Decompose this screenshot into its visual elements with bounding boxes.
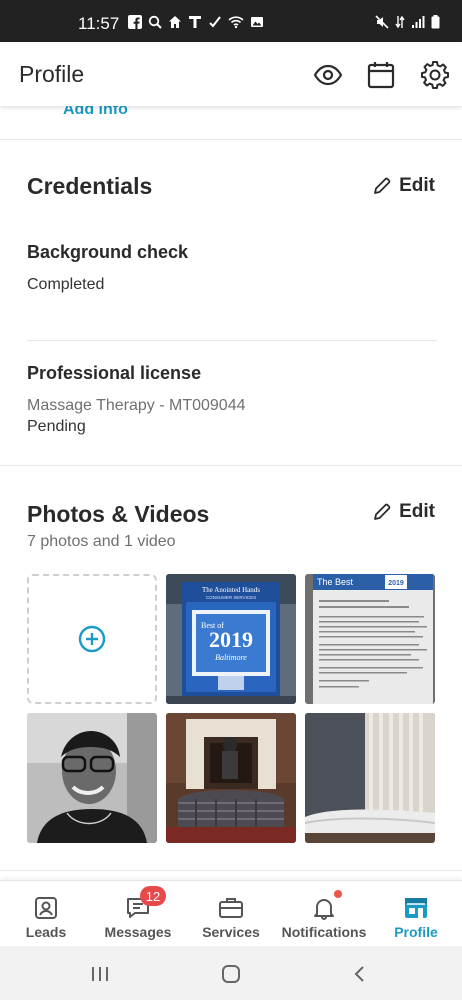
bell-icon (312, 895, 336, 921)
award-subheading: CONSUMER SERVICES (206, 595, 256, 600)
page-title: Profile (19, 61, 85, 87)
person-icon (34, 895, 58, 921)
letter-heading: The Best (317, 577, 354, 587)
home-circle-icon (222, 965, 240, 983)
background-check-status: Completed (27, 276, 105, 293)
photo-thumbnail-massage[interactable] (166, 713, 296, 843)
background-check-title: Background check (27, 242, 189, 262)
divider (0, 465, 462, 466)
bottom-nav: Leads Messages 12 Services Notifications… (0, 880, 462, 946)
nav-label-services: Services (202, 924, 260, 940)
back-chevron-icon (354, 966, 364, 982)
system-nav-bar (0, 946, 462, 1000)
nav-item-leads[interactable]: Leads (16, 881, 76, 947)
professional-license-title: Professional license (27, 363, 202, 383)
search-icon (148, 15, 162, 29)
back-button[interactable] (348, 962, 372, 986)
wifi-icon (228, 16, 244, 29)
nav-label-messages: Messages (104, 924, 172, 940)
award-city: Baltimore (215, 653, 247, 662)
messages-badge: 12 (140, 886, 166, 906)
image-icon (251, 17, 263, 27)
calendar-icon[interactable] (366, 60, 396, 90)
status-time: 11:57 (78, 14, 120, 33)
eye-icon[interactable] (313, 60, 343, 90)
notification-dot (334, 890, 342, 898)
home-button[interactable] (219, 962, 243, 986)
home-icon (169, 16, 181, 28)
nav-label-notifications: Notifications (281, 924, 367, 940)
photos-title: Photos & Videos (27, 501, 210, 527)
photo-thumbnail-letter[interactable]: The Best 2019 (305, 574, 435, 704)
recent-apps-button[interactable] (88, 962, 112, 986)
nav-label-profile: Profile (394, 924, 438, 940)
divider (27, 340, 437, 341)
nav-item-profile[interactable]: Profile (388, 881, 444, 947)
nav-item-notifications[interactable]: Notifications (279, 881, 369, 947)
nav-item-services[interactable]: Services (199, 881, 263, 947)
photo-thumbnail-portrait[interactable] (27, 713, 157, 843)
nav-item-messages[interactable]: Messages 12 (100, 881, 176, 947)
photo-thumbnail-room[interactable] (305, 713, 435, 843)
gear-icon[interactable] (420, 60, 450, 90)
data-icon (395, 15, 405, 29)
award-year: 2019 (209, 627, 253, 652)
nav-label-leads: Leads (25, 924, 67, 940)
letter-year: 2019 (388, 580, 404, 587)
professional-license-status: Pending (27, 418, 86, 435)
plus-circle-icon (78, 625, 106, 653)
signal-icon (412, 16, 425, 28)
check-mark-icon (209, 16, 221, 28)
photos-edit-button[interactable]: Edit (373, 501, 435, 523)
add-photo-button[interactable] (27, 574, 157, 704)
credentials-edit-label: Edit (399, 175, 435, 196)
credentials-edit-button[interactable]: Edit (373, 175, 435, 197)
pencil-icon (374, 503, 391, 520)
storefront-icon (403, 895, 429, 921)
briefcase-icon (218, 895, 244, 921)
carrier-icon (189, 16, 201, 28)
photos-count: 7 photos and 1 video (27, 533, 176, 550)
professional-license-detail: Massage Therapy - MT009044 (27, 397, 246, 414)
divider (0, 139, 462, 140)
pencil-icon (374, 177, 391, 194)
credentials-title: Credentials (27, 173, 153, 199)
status-left-icons (128, 15, 264, 29)
status-bar: 11:57 (0, 0, 462, 42)
battery-icon (431, 15, 440, 29)
photo-thumbnail-award[interactable]: The Anointed Hands CONSUMER SERVICES Bes… (166, 574, 296, 704)
award-heading: The Anointed Hands (202, 586, 260, 594)
facebook-icon (128, 15, 142, 29)
app-header: Profile (0, 42, 462, 106)
mute-icon (375, 15, 389, 29)
status-right-icons (375, 15, 440, 29)
photos-edit-label: Edit (399, 501, 435, 522)
divider (0, 870, 462, 871)
recent-apps-icon (92, 967, 108, 981)
